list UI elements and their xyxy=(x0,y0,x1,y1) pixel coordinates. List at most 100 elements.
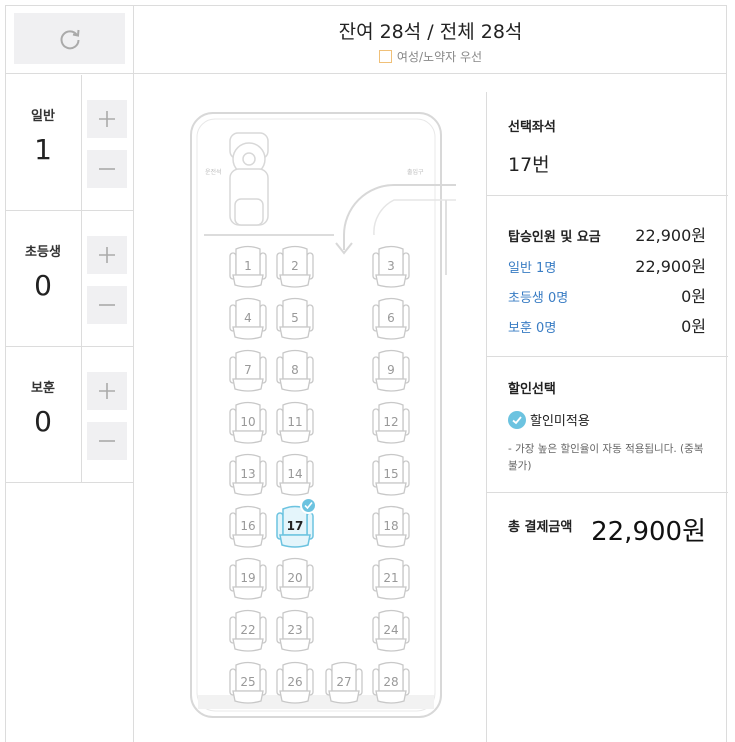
seat-number: 3 xyxy=(387,259,395,273)
seat[interactable]: 1 xyxy=(227,245,269,291)
seat-number: 19 xyxy=(240,571,256,585)
counter-value: 1 xyxy=(34,133,52,166)
seat-number: 17 xyxy=(286,519,304,533)
seat[interactable]: 28 xyxy=(370,661,412,707)
fare-row-amount: 0원 xyxy=(681,317,706,336)
seat-number: 23 xyxy=(287,623,303,637)
minus-icon xyxy=(99,440,115,442)
seat-number: 14 xyxy=(287,467,303,481)
driver-label: 운전석 xyxy=(205,169,222,176)
seat[interactable]: 6 xyxy=(370,297,412,343)
seat-number: 1 xyxy=(244,259,252,273)
seat[interactable]: 25 xyxy=(227,661,269,707)
seat-number: 13 xyxy=(240,467,256,481)
driver-seat xyxy=(229,132,269,226)
fare-total: 22,900원 xyxy=(635,226,706,245)
seat-number: 12 xyxy=(383,415,399,429)
seat[interactable]: 2 xyxy=(274,245,316,291)
refresh-area xyxy=(5,5,134,74)
seat-count-title: 잔여 28석 / 전체 28석 xyxy=(338,21,523,43)
discount-section: 할인선택 할인미적용 - 가장 높은 할인율이 자동 적용됩니다. (중복불가) xyxy=(487,357,728,493)
seat-number: 8 xyxy=(291,363,299,377)
counter-general: 일반 1 xyxy=(5,75,134,211)
seat[interactable]: 21 xyxy=(370,557,412,603)
fare-row: 보훈 0명 0원 xyxy=(508,313,706,337)
seat[interactable]: 5 xyxy=(274,297,316,343)
seat[interactable]: 18 xyxy=(370,505,412,551)
seat-number: 15 xyxy=(383,467,399,481)
discount-option-label: 할인미적용 xyxy=(530,414,590,429)
seat[interactable]: 9 xyxy=(370,349,412,395)
seat[interactable]: 15 xyxy=(370,453,412,499)
plus-icon xyxy=(99,247,115,263)
seat-number: 20 xyxy=(287,571,303,585)
counter-label: 초등생 xyxy=(25,245,61,260)
seat[interactable]: 20 xyxy=(274,557,316,603)
priority-legend: 여성/노약자 우선 xyxy=(134,48,727,65)
fare-row-amount: 0원 xyxy=(681,287,706,306)
seat[interactable]: 22 xyxy=(227,609,269,655)
seat[interactable]: 7 xyxy=(227,349,269,395)
discount-option-none[interactable]: 할인미적용 xyxy=(508,410,590,429)
selected-seat-section: 선택좌석 17번 xyxy=(487,92,728,196)
fare-total-row: 탑승인원 및 요금 22,900원 xyxy=(508,222,706,246)
seat-number: 28 xyxy=(383,675,399,689)
priority-legend-label: 여성/노약자 우선 xyxy=(396,50,483,64)
seat[interactable]: 13 xyxy=(227,453,269,499)
summary-panel: 선택좌석 17번 탑승인원 및 요금 22,900원 일반 1명 22,900원… xyxy=(486,92,728,742)
seat[interactable]: 12 xyxy=(370,401,412,447)
seat-number: 16 xyxy=(240,519,256,533)
seat-number: 21 xyxy=(383,571,399,585)
seat-number: 5 xyxy=(291,311,299,325)
seat[interactable]: 19 xyxy=(227,557,269,603)
counter-value: 0 xyxy=(34,405,52,438)
seat[interactable]: 27 xyxy=(323,661,365,707)
general-minus-button[interactable] xyxy=(87,150,127,188)
seat[interactable]: 8 xyxy=(274,349,316,395)
general-plus-button[interactable] xyxy=(87,100,127,138)
payment-title: 총 결제금액 xyxy=(508,520,573,535)
child-minus-button[interactable] xyxy=(87,286,127,324)
seat-selected[interactable]: 17 xyxy=(274,497,317,551)
fare-section: 탑승인원 및 요금 22,900원 일반 1명 22,900원 초등생 0명 0… xyxy=(487,196,728,357)
veteran-plus-button[interactable] xyxy=(87,372,127,410)
seat[interactable]: 11 xyxy=(274,401,316,447)
bus-seat-map: 운전석 출입구 1 2 3 4 5 6 7 8 9 10 11 12 13 14 15 16 17 18 19 20 2… xyxy=(134,75,486,742)
seat[interactable]: 14 xyxy=(274,453,316,499)
check-icon xyxy=(508,410,526,429)
seat[interactable]: 4 xyxy=(227,297,269,343)
plus-icon xyxy=(99,383,115,399)
fare-title: 탑승인원 및 요금 xyxy=(508,230,601,245)
payment-amount: 22,900원 xyxy=(591,517,706,547)
seat[interactable]: 3 xyxy=(370,245,412,291)
seat-number: 6 xyxy=(387,311,395,325)
seat-number: 25 xyxy=(240,675,256,689)
seat[interactable]: 26 xyxy=(274,661,316,707)
child-plus-button[interactable] xyxy=(87,236,127,274)
seat[interactable]: 10 xyxy=(227,401,269,447)
selected-seat-value: 17번 xyxy=(508,154,550,176)
minus-icon xyxy=(99,304,115,306)
seat[interactable]: 16 xyxy=(227,505,269,551)
seat-number: 4 xyxy=(244,311,252,325)
refresh-button[interactable] xyxy=(14,13,125,64)
priority-swatch xyxy=(378,50,392,63)
counter-child: 초등생 0 xyxy=(5,211,134,347)
seat-number: 10 xyxy=(240,415,256,429)
seat[interactable]: 24 xyxy=(370,609,412,655)
payment-section: 총 결제금액 22,900원 xyxy=(487,493,728,613)
seat-number: 22 xyxy=(240,623,256,637)
passenger-panel: 일반 1 초등생 0 보훈 0 xyxy=(5,5,134,742)
seat-number: 27 xyxy=(336,675,352,689)
fare-row: 초등생 0명 0원 xyxy=(508,283,706,307)
seat-number: 18 xyxy=(383,519,399,533)
seat-header: 잔여 28석 / 전체 28석 여성/노약자 우선 xyxy=(134,5,727,74)
fare-row-label: 보훈 0명 xyxy=(508,321,557,336)
counter-value: 0 xyxy=(34,269,52,302)
check-icon xyxy=(300,497,317,514)
counter-veteran-label-box: 보훈 0 xyxy=(5,347,82,483)
veteran-minus-button[interactable] xyxy=(87,422,127,460)
counter-veteran: 보훈 0 xyxy=(5,347,134,483)
seat[interactable]: 23 xyxy=(274,609,316,655)
counter-label: 일반 xyxy=(31,109,55,124)
